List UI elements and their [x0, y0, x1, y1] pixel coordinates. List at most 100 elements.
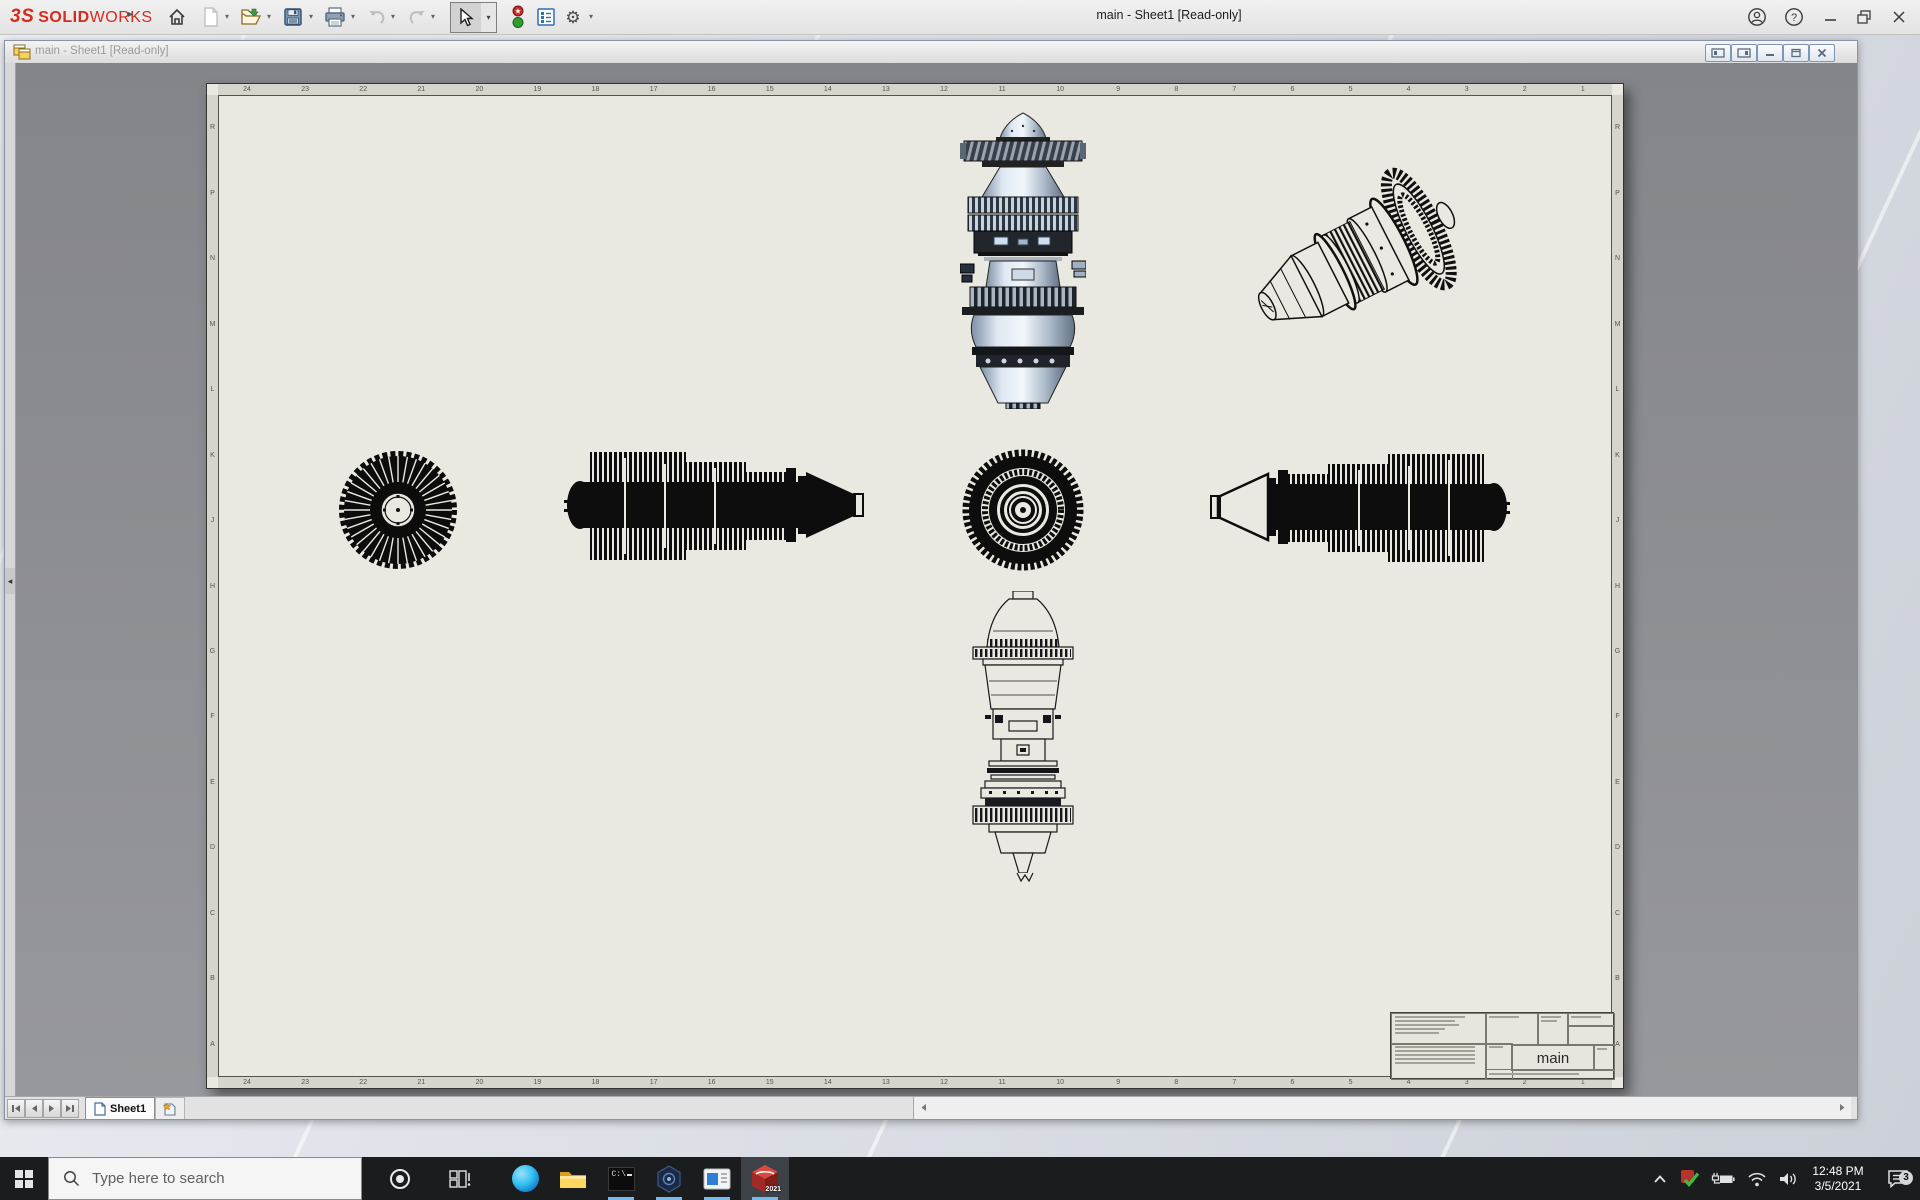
scroll-left-button[interactable] [916, 1100, 931, 1115]
document-title: main - Sheet1 [Read-only] [35, 45, 169, 57]
options-button[interactable]: ⚙ [560, 4, 586, 30]
file-properties-button[interactable] [533, 4, 559, 30]
zone-label: F [1615, 713, 1620, 721]
taskbar-file-explorer-button[interactable] [549, 1157, 597, 1200]
doc-split-right-button[interactable] [1731, 44, 1757, 62]
zone-label: K [210, 451, 215, 459]
drawing-view-top-shaded[interactable] [960, 111, 1086, 409]
zone-label: E [210, 778, 215, 786]
menu-expand-icon[interactable]: ▸ [128, 9, 133, 20]
new-document-dropdown[interactable]: ▾ [222, 12, 232, 21]
zone-label: 12 [940, 1079, 948, 1086]
solidworks-app-icon: 2021 [750, 1164, 781, 1194]
drawing-view-isometric[interactable] [1236, 151, 1492, 371]
zone-label: J [1615, 517, 1620, 525]
new-document-icon [204, 7, 218, 27]
tray-battery[interactable] [1708, 1157, 1738, 1200]
zone-label: A [210, 1040, 215, 1048]
taskbar-cmd-button[interactable]: C:\ [597, 1157, 645, 1200]
minimize-button[interactable] [1816, 6, 1846, 28]
last-sheet-button[interactable] [61, 1099, 79, 1118]
title-block: main [1390, 1012, 1615, 1080]
add-sheet-button[interactable] [155, 1097, 185, 1119]
drawing-view-bottom[interactable] [965, 591, 1082, 883]
previous-sheet-button[interactable] [25, 1099, 43, 1118]
tray-wifi[interactable] [1742, 1157, 1772, 1200]
zone-label: H [209, 582, 216, 590]
wifi-icon [1748, 1172, 1766, 1186]
first-sheet-button[interactable] [7, 1099, 25, 1118]
tray-clock[interactable]: 12:48 PM 3/5/2021 [1806, 1157, 1870, 1200]
zone-label: 11 [998, 86, 1006, 93]
zone-label: G [1614, 647, 1621, 655]
tray-solidworks-status[interactable] [1676, 1157, 1704, 1200]
tab-sheet1[interactable]: Sheet1 [85, 1097, 156, 1119]
select-tool-button[interactable] [450, 2, 482, 33]
next-sheet-icon [49, 1105, 54, 1112]
hexagon-app-icon [657, 1164, 681, 1193]
restore-button[interactable] [1850, 6, 1880, 28]
drawing-view-front-fan[interactable] [338, 450, 458, 570]
sheet-tab-label: Sheet1 [110, 1102, 147, 1115]
tray-volume[interactable] [1774, 1157, 1804, 1200]
taskbar-edge-button[interactable] [501, 1157, 549, 1200]
taskbar-search[interactable] [48, 1157, 362, 1200]
performance-evaluation-button[interactable] [505, 4, 531, 30]
home-button[interactable] [164, 4, 190, 30]
document-titlebar[interactable]: main - Sheet1 [Read-only] [5, 41, 1857, 64]
drawing-view-side-right[interactable] [1210, 440, 1510, 576]
volume-icon [1780, 1172, 1796, 1185]
doc-close-button[interactable] [1809, 44, 1835, 62]
clock-time: 12:48 PM [1812, 1163, 1864, 1178]
open-button[interactable] [238, 4, 264, 30]
zone-label: 14 [823, 86, 832, 93]
search-input[interactable] [90, 1169, 334, 1188]
help-icon: ? [1785, 8, 1803, 26]
next-sheet-button[interactable] [43, 1099, 61, 1118]
tray-show-hidden-button[interactable] [1646, 1157, 1674, 1200]
zone-label: 6 [1290, 86, 1295, 93]
zone-label: E [1615, 778, 1620, 786]
graphics-area[interactable]: ◂ 24 23 22 21 20 19 18 17 16 15 14 13 12 11 10 9 8 7 6 5 4 3 2… [5, 63, 1857, 1097]
save-button[interactable] [280, 4, 306, 30]
scroll-right-button[interactable] [1834, 1100, 1849, 1115]
doc-restore-button[interactable] [1783, 44, 1809, 62]
title-block-notes [1391, 1013, 1487, 1045]
doc-minimize-button[interactable] [1757, 44, 1783, 62]
zone-label: 7 [1232, 1079, 1237, 1086]
print-dropdown[interactable]: ▾ [348, 12, 358, 21]
start-button[interactable] [0, 1157, 48, 1200]
taskbar-hexagon-app-button[interactable] [645, 1157, 693, 1200]
help-button[interactable]: ? [1779, 6, 1809, 28]
zone-label: H [1614, 582, 1621, 590]
options-dropdown[interactable]: ▾ [586, 12, 596, 21]
close-button[interactable] [1884, 6, 1914, 28]
zone-label: 20 [475, 1079, 484, 1086]
print-button[interactable] [322, 4, 348, 30]
panel-expand-handle[interactable]: ◂ [5, 568, 15, 594]
doc-split-left-button[interactable] [1705, 44, 1731, 62]
scroll-right-icon [1839, 1104, 1844, 1111]
drawing-view-front-center[interactable] [961, 448, 1085, 572]
zone-label: 6 [1290, 1079, 1295, 1086]
open-dropdown[interactable]: ▾ [264, 12, 274, 21]
taskbar-solidworks-button[interactable]: 2021 [741, 1157, 789, 1200]
doc-minimize-icon [1766, 54, 1774, 56]
drawing-view-side-left[interactable] [564, 438, 864, 574]
horizontal-scrollbar[interactable] [913, 1097, 1851, 1119]
taskbar-cortana-button[interactable] [376, 1157, 424, 1200]
zone-label: 8 [1174, 86, 1179, 93]
tray-notifications-button[interactable]: 3 [1880, 1157, 1916, 1200]
zone-label: 22 [359, 86, 368, 93]
taskbar-media-app-button[interactable] [693, 1157, 741, 1200]
zone-label: M [1614, 320, 1621, 328]
select-tool-dropdown[interactable]: ▾ [481, 2, 497, 33]
save-dropdown[interactable]: ▾ [306, 12, 316, 21]
account-button[interactable] [1742, 6, 1772, 28]
taskbar-task-view-button[interactable] [436, 1157, 484, 1200]
zone-ruler-top: 24 23 22 21 20 19 18 17 16 15 14 13 12 11 10 9 8 7 6 5 4 3 2 1 [218, 84, 1612, 95]
zone-label: 23 [301, 1079, 310, 1086]
zone-ruler-right: RPNMLKJHGFEDCBA [1612, 95, 1623, 1077]
zone-label: 19 [533, 1079, 542, 1086]
new-document-button[interactable] [198, 4, 224, 30]
